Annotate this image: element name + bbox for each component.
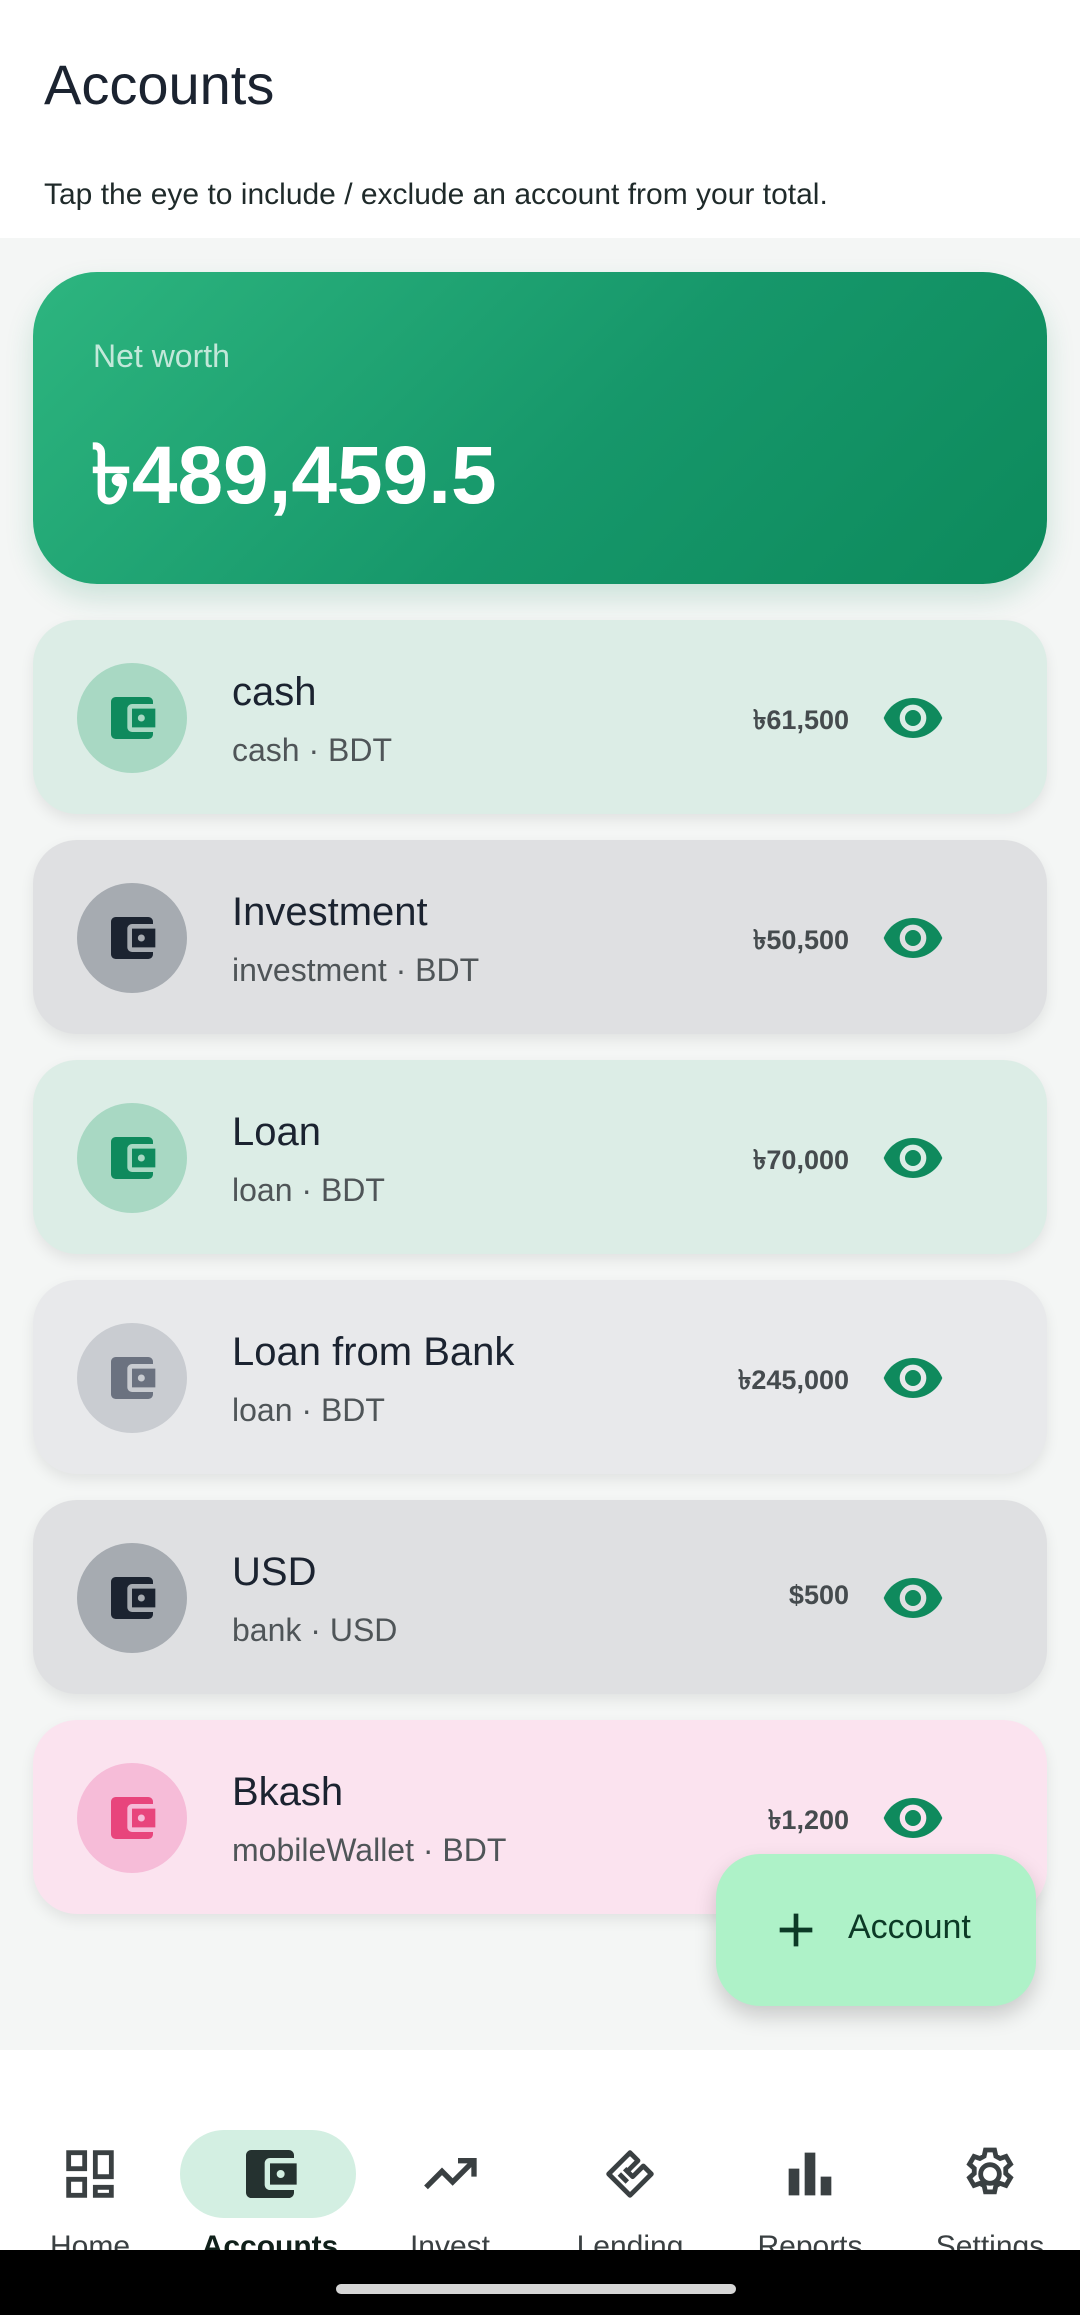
wallet-icon [77,1543,187,1653]
visibility-eye-icon[interactable] [881,1786,945,1850]
net-worth-value: ৳489,459.5 [91,430,497,521]
account-balance: ৳1,200 [767,1805,849,1835]
app-header: Accounts Tap the eye to include / exclud… [0,0,1080,238]
nav-item-invest[interactable]: Invest [360,2090,540,2263]
account-name: Bkash [232,1770,344,1814]
wallet-icon [77,1103,187,1213]
account-name: Investment [232,890,428,934]
net-worth-card: Net worth ৳489,459.5 [33,272,1047,584]
visibility-eye-icon[interactable] [881,1346,945,1410]
account-balance: $500 [788,1580,849,1610]
gear-icon [966,2147,1014,2195]
wallet-icon [246,2150,297,2198]
visibility-eye-icon[interactable] [881,1566,945,1630]
account-type: investment · BDT [232,952,480,988]
page-title: Accounts [44,53,275,116]
gesture-handle[interactable] [336,2284,736,2294]
account-card-loan[interactable]: Loan loan · BDT ৳70,000 [33,1060,1047,1254]
account-name: Loan from Bank [232,1330,515,1374]
page-subtitle: Tap the eye to include / exclude an acco… [44,178,828,211]
nav-item-reports[interactable]: Reports [720,2090,900,2263]
account-balance: ৳61,500 [752,705,849,735]
account-type: bank · USD [232,1612,398,1648]
account-name: cash [232,670,317,714]
nav-item-accounts[interactable]: Accounts [180,2090,360,2263]
dashboard-icon [66,2150,114,2198]
trending-up-icon [424,2158,477,2190]
account-name: Loan [232,1110,321,1154]
handshake-icon [606,2150,654,2198]
account-balance: ৳70,000 [752,1145,849,1175]
bar-chart-icon [788,2152,832,2196]
visibility-eye-icon[interactable] [881,906,945,970]
plus-icon [779,1913,813,1947]
visibility-eye-icon[interactable] [881,1126,945,1190]
account-balance: ৳50,500 [752,925,849,955]
account-type: loan · BDT [232,1172,385,1208]
net-worth-label: Net worth [93,338,230,374]
wallet-icon [77,1323,187,1433]
system-navigation-bar [0,2250,1080,2315]
wallet-icon [77,883,187,993]
nav-item-settings[interactable]: Settings [900,2090,1080,2263]
wallet-icon [77,1763,187,1873]
account-card-usd[interactable]: USD bank · USD $500 [33,1500,1047,1694]
account-balance: ৳245,000 [737,1365,849,1395]
account-type: cash · BDT [232,732,393,768]
nav-item-lending[interactable]: Lending [540,2090,720,2263]
account-card-investment[interactable]: Investment investment · BDT ৳50,500 [33,840,1047,1034]
add-account-button[interactable]: Account [716,1854,1036,2006]
account-name: USD [232,1550,317,1594]
add-account-label: Account [848,1908,971,1946]
wallet-icon [77,663,187,773]
account-type: loan · BDT [232,1392,385,1428]
visibility-eye-icon[interactable] [881,686,945,750]
account-type: mobileWallet · BDT [232,1832,507,1868]
nav-item-home[interactable]: Home [0,2090,180,2263]
account-card-cash[interactable]: cash cash · BDT ৳61,500 [33,620,1047,814]
account-card-loan-from-bank[interactable]: Loan from Bank loan · BDT ৳245,000 [33,1280,1047,1474]
